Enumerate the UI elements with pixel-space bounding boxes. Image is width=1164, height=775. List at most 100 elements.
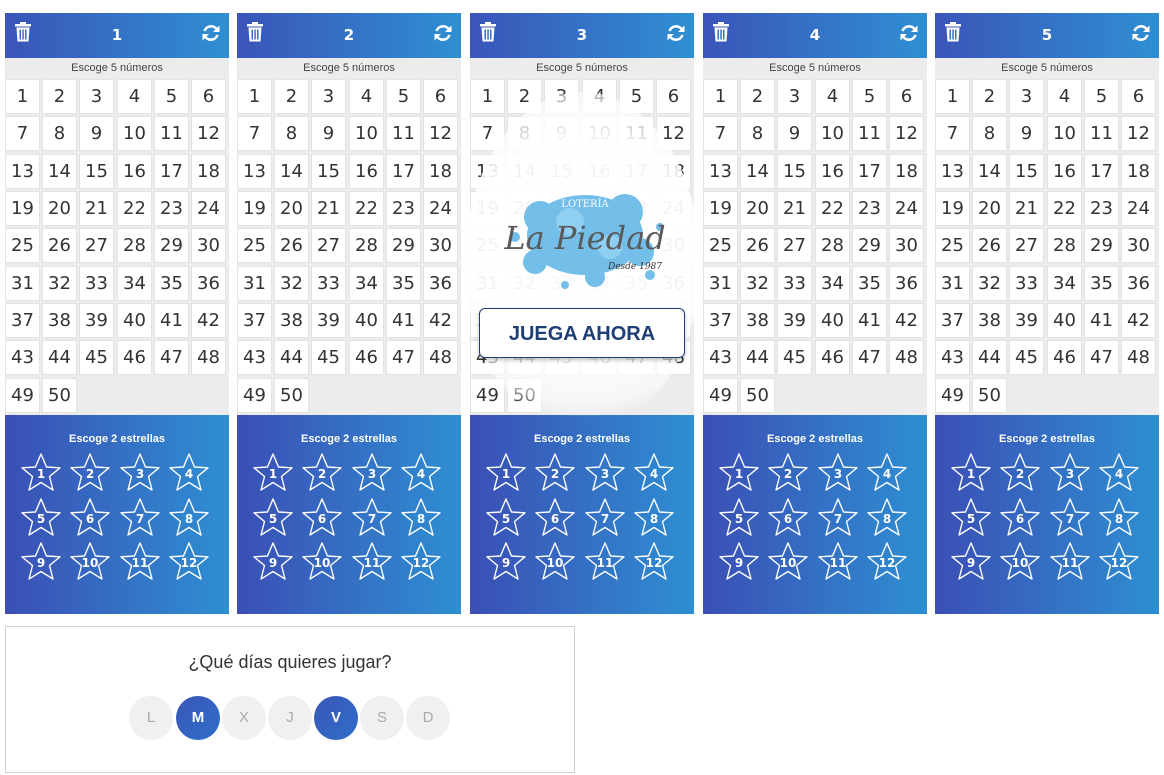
star-button[interactable]: 4 (632, 452, 676, 494)
number-cell[interactable]: 10 (815, 116, 850, 151)
number-cell[interactable]: 9 (79, 116, 114, 151)
star-button[interactable]: 11 (583, 541, 627, 583)
number-cell[interactable]: 42 (1121, 303, 1156, 338)
number-cell[interactable]: 20 (42, 191, 77, 226)
number-cell[interactable]: 15 (311, 154, 346, 189)
number-cell[interactable]: 43 (935, 340, 970, 375)
number-cell[interactable]: 25 (5, 228, 40, 263)
number-cell[interactable]: 14 (274, 154, 309, 189)
number-cell[interactable]: 49 (935, 378, 970, 413)
star-button[interactable]: 9 (949, 541, 993, 583)
number-cell[interactable]: 8 (42, 116, 77, 151)
number-cell[interactable]: 36 (191, 266, 226, 301)
number-cell[interactable]: 47 (852, 340, 887, 375)
number-cell[interactable]: 12 (191, 116, 226, 151)
star-button[interactable]: 4 (399, 452, 443, 494)
number-cell[interactable]: 6 (1121, 79, 1156, 114)
star-button[interactable]: 3 (583, 452, 627, 494)
number-cell[interactable]: 1 (5, 79, 40, 114)
number-cell[interactable]: 36 (889, 266, 924, 301)
number-cell[interactable]: 30 (191, 228, 226, 263)
star-button[interactable]: 6 (533, 497, 577, 539)
star-button[interactable]: 11 (350, 541, 394, 583)
number-cell[interactable]: 50 (972, 378, 1007, 413)
number-cell[interactable]: 43 (5, 340, 40, 375)
number-cell[interactable]: 44 (42, 340, 77, 375)
star-button[interactable]: 7 (350, 497, 394, 539)
number-cell[interactable]: 43 (703, 340, 738, 375)
number-cell[interactable]: 24 (191, 191, 226, 226)
star-button[interactable]: 10 (998, 541, 1042, 583)
number-cell[interactable]: 7 (5, 116, 40, 151)
number-cell[interactable]: 31 (5, 266, 40, 301)
number-cell[interactable]: 48 (1121, 340, 1156, 375)
number-cell[interactable]: 48 (889, 340, 924, 375)
number-cell[interactable]: 49 (5, 378, 40, 413)
number-cell[interactable]: 41 (852, 303, 887, 338)
number-cell[interactable]: 40 (1047, 303, 1082, 338)
number-cell[interactable]: 21 (1009, 191, 1044, 226)
number-cell[interactable]: 25 (237, 228, 272, 263)
star-button[interactable]: 1 (19, 452, 63, 494)
number-cell[interactable]: 17 (386, 154, 421, 189)
number-cell[interactable]: 33 (777, 266, 812, 301)
number-cell[interactable]: 5 (852, 79, 887, 114)
number-cell[interactable]: 1 (237, 79, 272, 114)
number-cell[interactable]: 36 (1121, 266, 1156, 301)
number-cell[interactable]: 32 (42, 266, 77, 301)
number-cell[interactable]: 24 (1121, 191, 1156, 226)
number-cell[interactable]: 38 (274, 303, 309, 338)
number-cell[interactable]: 28 (117, 228, 152, 263)
star-button[interactable]: 12 (1097, 541, 1141, 583)
number-cell[interactable]: 42 (889, 303, 924, 338)
number-cell[interactable]: 7 (703, 116, 738, 151)
number-cell[interactable]: 10 (117, 116, 152, 151)
number-cell[interactable]: 11 (852, 116, 887, 151)
star-button[interactable]: 5 (19, 497, 63, 539)
number-cell[interactable]: 13 (703, 154, 738, 189)
refresh-icon[interactable] (899, 23, 919, 47)
star-button[interactable]: 7 (816, 497, 860, 539)
star-button[interactable]: 9 (19, 541, 63, 583)
number-cell[interactable]: 16 (815, 154, 850, 189)
refresh-icon[interactable] (433, 23, 453, 47)
number-cell[interactable]: 26 (42, 228, 77, 263)
star-button[interactable]: 3 (350, 452, 394, 494)
number-cell[interactable]: 27 (777, 228, 812, 263)
refresh-icon[interactable] (1131, 23, 1151, 47)
number-cell[interactable]: 22 (349, 191, 384, 226)
number-cell[interactable]: 42 (191, 303, 226, 338)
number-cell[interactable]: 5 (1084, 79, 1119, 114)
star-button[interactable]: 1 (484, 452, 528, 494)
number-cell[interactable]: 20 (740, 191, 775, 226)
number-cell[interactable]: 6 (423, 79, 458, 114)
number-cell[interactable]: 4 (815, 79, 850, 114)
number-cell[interactable]: 9 (311, 116, 346, 151)
number-cell[interactable]: 3 (311, 79, 346, 114)
star-button[interactable]: 8 (632, 497, 676, 539)
star-button[interactable]: 4 (167, 452, 211, 494)
number-cell[interactable]: 45 (79, 340, 114, 375)
star-button[interactable]: 6 (300, 497, 344, 539)
number-cell[interactable]: 29 (852, 228, 887, 263)
number-cell[interactable]: 37 (237, 303, 272, 338)
number-cell[interactable]: 16 (117, 154, 152, 189)
star-button[interactable]: 4 (1097, 452, 1141, 494)
number-cell[interactable]: 17 (852, 154, 887, 189)
number-cell[interactable]: 13 (237, 154, 272, 189)
star-button[interactable]: 1 (717, 452, 761, 494)
number-cell[interactable]: 12 (1121, 116, 1156, 151)
star-button[interactable]: 3 (1048, 452, 1092, 494)
number-cell[interactable]: 44 (972, 340, 1007, 375)
number-cell[interactable]: 44 (740, 340, 775, 375)
number-cell[interactable]: 19 (237, 191, 272, 226)
star-button[interactable]: 12 (399, 541, 443, 583)
star-button[interactable]: 3 (118, 452, 162, 494)
number-cell[interactable]: 49 (703, 378, 738, 413)
number-cell[interactable]: 1 (703, 79, 738, 114)
star-button[interactable]: 11 (1048, 541, 1092, 583)
number-cell[interactable]: 8 (972, 116, 1007, 151)
number-cell[interactable]: 45 (1009, 340, 1044, 375)
star-button[interactable]: 12 (632, 541, 676, 583)
number-cell[interactable]: 22 (815, 191, 850, 226)
